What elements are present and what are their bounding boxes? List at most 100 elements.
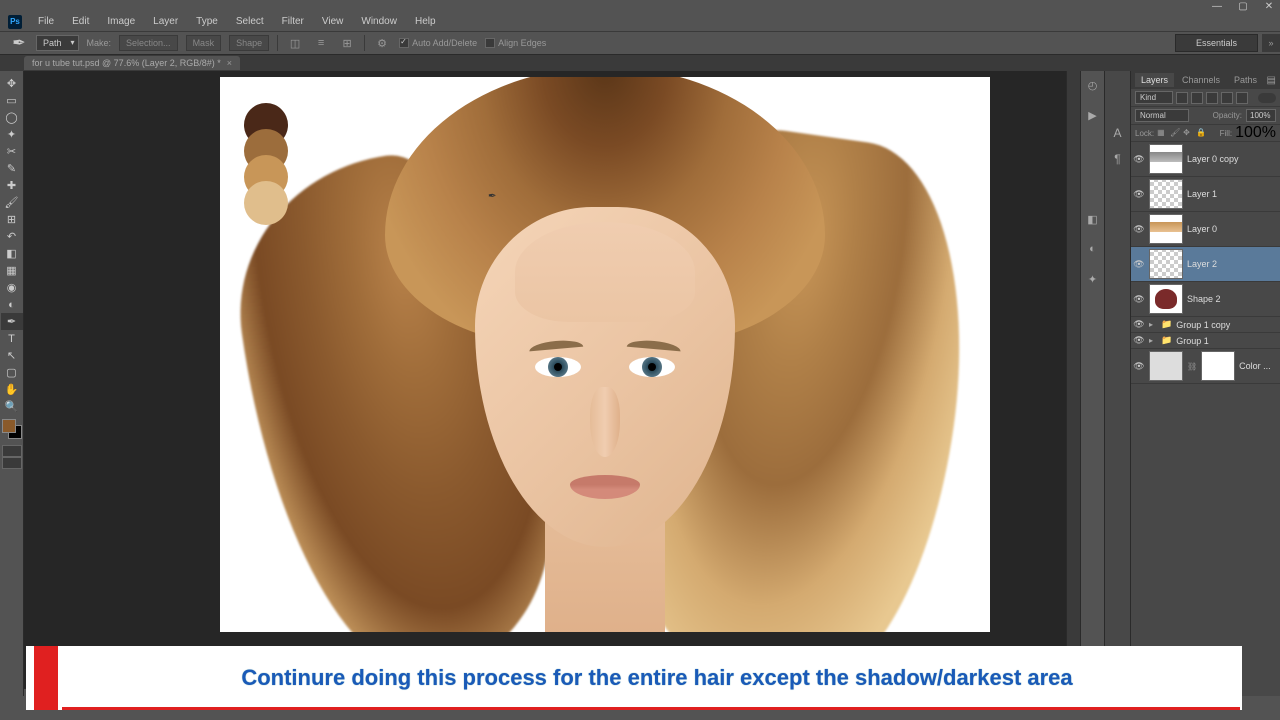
group-expand-icon[interactable]: ▸ bbox=[1149, 320, 1157, 329]
hand-tool[interactable]: ✋ bbox=[1, 381, 23, 398]
brush-tool[interactable]: 🖌 bbox=[1, 194, 23, 211]
layer-thumbnail[interactable] bbox=[1149, 351, 1183, 381]
panel-menu-icon[interactable]: ▤ bbox=[1267, 75, 1280, 86]
layer-thumbnail[interactable] bbox=[1149, 144, 1183, 174]
menu-layer[interactable]: Layer bbox=[145, 14, 186, 29]
filter-shape-icon[interactable] bbox=[1221, 92, 1233, 104]
layer-row[interactable]: 👁 Layer 0 bbox=[1131, 212, 1280, 247]
layer-name[interactable]: Shape 2 bbox=[1187, 294, 1221, 304]
layer-row[interactable]: 👁 Layer 1 bbox=[1131, 177, 1280, 212]
document-canvas[interactable]: ✒ bbox=[220, 77, 990, 632]
document-tab-close[interactable]: × bbox=[227, 58, 232, 68]
crop-tool[interactable]: ✂ bbox=[1, 143, 23, 160]
layer-group-row[interactable]: 👁 ▸ 📁 Group 1 copy bbox=[1131, 317, 1280, 333]
layer-name[interactable]: Color ... bbox=[1239, 361, 1271, 371]
filter-smart-icon[interactable] bbox=[1236, 92, 1248, 104]
visibility-toggle[interactable]: 👁 bbox=[1133, 224, 1145, 235]
menu-file[interactable]: File bbox=[30, 14, 62, 29]
gradient-tool[interactable]: ▦ bbox=[1, 262, 23, 279]
gear-icon[interactable]: ⚙ bbox=[373, 35, 391, 51]
character-panel-icon[interactable]: A bbox=[1110, 125, 1126, 141]
menu-select[interactable]: Select bbox=[228, 14, 272, 29]
align-icon[interactable]: ≡ bbox=[312, 35, 330, 51]
lock-pixels-icon[interactable]: 🖌 bbox=[1170, 128, 1180, 138]
menu-type[interactable]: Type bbox=[188, 14, 226, 29]
foreground-color[interactable] bbox=[2, 419, 16, 433]
layer-row[interactable]: 👁 ⛓ Color ... bbox=[1131, 349, 1280, 384]
healing-tool[interactable]: ✚ bbox=[1, 177, 23, 194]
layer-thumbnail[interactable] bbox=[1149, 214, 1183, 244]
layer-thumbnail[interactable] bbox=[1149, 249, 1183, 279]
dodge-tool[interactable]: ◐ bbox=[1, 296, 23, 313]
path-select-tool[interactable]: ↖ bbox=[1, 347, 23, 364]
layer-thumbnail[interactable] bbox=[1149, 179, 1183, 209]
path-ops-icon[interactable]: ◫ bbox=[286, 35, 304, 51]
zoom-tool[interactable]: 🔍 bbox=[1, 398, 23, 415]
layer-thumbnail[interactable] bbox=[1149, 284, 1183, 314]
paths-tab[interactable]: Paths bbox=[1228, 73, 1263, 87]
mask-button[interactable]: Mask bbox=[186, 35, 222, 51]
opacity-value[interactable]: 100% bbox=[1246, 109, 1276, 122]
mask-link-icon[interactable]: ⛓ bbox=[1187, 362, 1197, 371]
document-tab[interactable]: for u tube tut.psd @ 77.6% (Layer 2, RGB… bbox=[24, 56, 240, 70]
quick-mask-mode[interactable] bbox=[2, 445, 22, 457]
lock-position-icon[interactable]: ✥ bbox=[1183, 128, 1193, 138]
pen-tool-icon[interactable]: ✒ bbox=[10, 34, 28, 52]
menu-filter[interactable]: Filter bbox=[274, 14, 312, 29]
lock-transparency-icon[interactable]: ▦ bbox=[1157, 128, 1167, 138]
layer-row[interactable]: 👁 Layer 2 bbox=[1131, 247, 1280, 282]
filter-adjustment-icon[interactable] bbox=[1191, 92, 1203, 104]
menu-window[interactable]: Window bbox=[353, 14, 405, 29]
layer-row[interactable]: 👁 Shape 2 bbox=[1131, 282, 1280, 317]
layer-name[interactable]: Group 1 copy bbox=[1176, 320, 1230, 330]
filter-kind-dropdown[interactable]: Kind bbox=[1135, 91, 1173, 104]
history-brush-tool[interactable]: ↶ bbox=[1, 228, 23, 245]
filter-switch[interactable] bbox=[1258, 93, 1276, 103]
lock-all-icon[interactable]: 🔒 bbox=[1196, 128, 1206, 138]
channels-tab[interactable]: Channels bbox=[1176, 73, 1226, 87]
filter-type-icon[interactable] bbox=[1206, 92, 1218, 104]
history-panel-icon[interactable]: ◴ bbox=[1085, 77, 1101, 93]
mask-thumbnail[interactable] bbox=[1201, 351, 1235, 381]
workspace-button[interactable]: Essentials bbox=[1175, 34, 1258, 52]
minimize-button[interactable]: — bbox=[1212, 1, 1222, 11]
rectangle-tool[interactable]: ▢ bbox=[1, 364, 23, 381]
canvas-area[interactable]: ✒ bbox=[24, 71, 1066, 696]
magic-wand-tool[interactable]: ✦ bbox=[1, 126, 23, 143]
layer-group-row[interactable]: 👁 ▸ 📁 Group 1 bbox=[1131, 333, 1280, 349]
layers-tab[interactable]: Layers bbox=[1135, 73, 1174, 87]
screen-mode[interactable] bbox=[2, 457, 22, 469]
lasso-tool[interactable]: ◯ bbox=[1, 109, 23, 126]
blur-tool[interactable]: ◉ bbox=[1, 279, 23, 296]
visibility-toggle[interactable]: 👁 bbox=[1133, 189, 1145, 200]
auto-add-delete-checkbox[interactable] bbox=[399, 38, 409, 48]
menu-image[interactable]: Image bbox=[99, 14, 143, 29]
layer-row[interactable]: 👁 Layer 0 copy bbox=[1131, 142, 1280, 177]
type-tool[interactable]: T bbox=[1, 330, 23, 347]
close-button[interactable]: ✕ bbox=[1264, 1, 1274, 11]
mode-dropdown[interactable]: Path bbox=[36, 35, 79, 51]
move-tool[interactable]: ✥ bbox=[1, 75, 23, 92]
layer-name[interactable]: Layer 1 bbox=[1187, 189, 1217, 199]
menu-view[interactable]: View bbox=[314, 14, 352, 29]
menu-edit[interactable]: Edit bbox=[64, 14, 97, 29]
filter-pixel-icon[interactable] bbox=[1176, 92, 1188, 104]
visibility-toggle[interactable]: 👁 bbox=[1133, 361, 1145, 372]
arrange-icon[interactable]: ⊞ bbox=[338, 35, 356, 51]
visibility-toggle[interactable]: 👁 bbox=[1133, 259, 1145, 270]
stamp-tool[interactable]: ⊞ bbox=[1, 211, 23, 228]
visibility-toggle[interactable]: 👁 bbox=[1133, 294, 1145, 305]
color-swatches[interactable] bbox=[2, 419, 22, 439]
eyedropper-tool[interactable]: ✎ bbox=[1, 160, 23, 177]
paragraph-panel-icon[interactable]: ¶ bbox=[1110, 151, 1126, 167]
properties-panel-icon[interactable]: ◧ bbox=[1085, 211, 1101, 227]
maximize-button[interactable]: ▢ bbox=[1238, 1, 1248, 11]
styles-panel-icon[interactable]: ✦ bbox=[1085, 271, 1101, 287]
align-edges-checkbox[interactable] bbox=[485, 38, 495, 48]
fill-value[interactable]: 100% bbox=[1235, 124, 1276, 142]
shape-button[interactable]: Shape bbox=[229, 35, 269, 51]
workspace-menu-icon[interactable]: » bbox=[1262, 34, 1280, 52]
selection-button[interactable]: Selection... bbox=[119, 35, 178, 51]
blend-mode-dropdown[interactable]: Normal bbox=[1135, 109, 1189, 122]
menu-help[interactable]: Help bbox=[407, 14, 444, 29]
